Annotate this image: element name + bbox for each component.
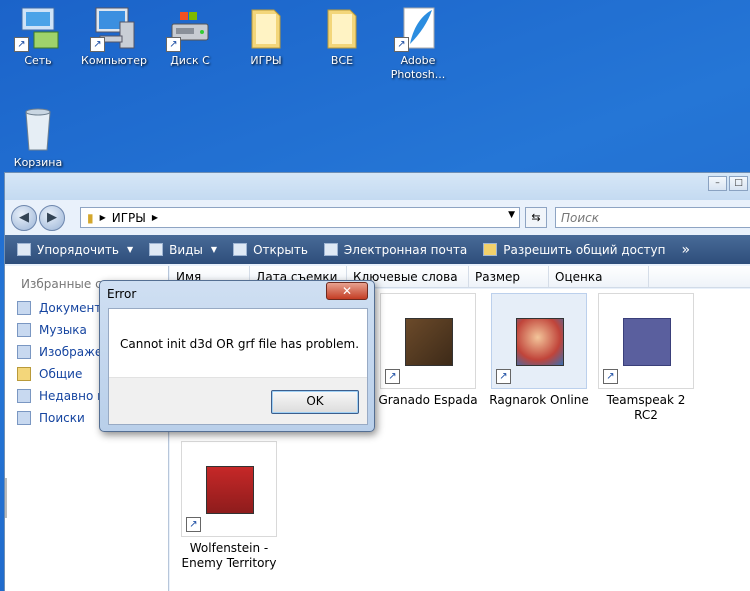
window-title-bar[interactable]: – □ [5,173,750,200]
shortcut-arrow-icon: ↗ [394,37,409,52]
dialog-title: Error [107,287,137,301]
desktop-icon-computer[interactable]: ↗ Компьютер [76,4,152,68]
desktop-icon-label: Сеть [24,54,52,67]
address-bar[interactable]: ▮ ▶ ИГРЫ ▶ ▼ [80,207,520,228]
search-input[interactable]: Поиск [555,207,750,228]
recent-icon [17,389,31,403]
views-button[interactable]: Виды ▼ [149,243,217,257]
back-button[interactable]: ◀ [11,205,37,231]
more-commands-button[interactable]: » [682,242,691,258]
command-toolbar: Упорядочить ▼ Виды ▼ Открыть Электронная п… [5,235,750,264]
organize-button[interactable]: Упорядочить ▼ [17,243,133,257]
email-button[interactable]: Электронная почта [323,243,467,257]
pictures-icon [17,345,31,359]
file-label: Wolfenstein - Enemy Territory [181,541,277,570]
recycle-bin-icon [14,106,62,154]
desktop-icon-disk-c[interactable]: ↗ Диск С [152,4,228,68]
dialog-body: Cannot init d3d OR grf file has problem.… [108,308,368,425]
file-thumbnail: ↗ [380,293,476,389]
open-button[interactable]: Открыть [233,243,308,257]
desktop-icon-label: Корзина [13,156,63,169]
share-icon [483,243,498,256]
shortcut-arrow-icon: ↗ [90,37,105,52]
desktop-icon-recycle-bin[interactable]: Корзина [0,106,76,170]
ok-button[interactable]: OK [271,390,359,414]
shortcut-arrow-icon: ↗ [166,37,181,52]
desktop-icon-games-folder[interactable]: ИГРЫ [228,4,304,68]
address-dropdown-icon[interactable]: ▼ [508,210,515,220]
folder-icon [242,4,290,52]
minimize-button[interactable]: – [708,176,727,191]
wolfenstein-icon [206,466,254,514]
pane-scrollbar[interactable] [5,478,7,518]
folder-small-icon: ▮ [87,210,94,225]
column-header-rating[interactable]: Оценка [549,266,649,287]
drive-icon: ↗ [166,4,214,52]
shortcut-arrow-icon: ↗ [496,369,511,384]
dialog-close-button[interactable]: ✕ [326,282,368,300]
breadcrumb-separator-icon: ▶ [151,213,159,222]
file-thumbnail: ↗ [598,293,694,389]
breadcrumb-separator-icon: ▶ [99,213,106,222]
file-item-granado-espada[interactable]: ↗ Granado Espada [376,293,480,408]
desktop-icon-label: ИГРЫ [250,54,282,67]
music-icon [17,323,31,337]
computer-icon: ↗ [90,4,138,52]
address-row: ◀ ▶ ▮ ▶ ИГРЫ ▶ ▼ ⇆ Поиск [5,203,750,233]
teamspeak-icon [623,318,671,366]
organize-icon [17,243,31,256]
desktop-icon-photoshop[interactable]: ↗ Adobe Photosh... [380,4,456,82]
shortcut-arrow-icon: ↗ [14,37,29,52]
share-button[interactable]: Разрешить общий доступ [483,243,666,257]
open-icon [233,243,248,256]
views-icon [149,243,164,256]
searches-icon [17,411,31,425]
file-label: Teamspeak 2 RC2 [606,393,686,422]
chevron-down-icon: ▼ [210,245,218,254]
chevron-down-icon: ▼ [126,245,134,254]
file-label: Ragnarok Online [489,393,589,407]
breadcrumb-path[interactable]: ИГРЫ [112,211,146,225]
maximize-button[interactable]: □ [729,176,748,191]
desktop-icon-network[interactable]: ↗ Сеть [0,4,76,68]
file-label: Granado Espada [378,393,478,407]
desktop-icon-label: Adobe Photosh... [390,54,446,81]
column-header-size[interactable]: Размер [469,266,549,287]
desktop-icon-all-folder[interactable]: ВСЕ [304,4,380,68]
photoshop-feather-icon: ↗ [394,4,442,52]
file-thumbnail: ↗ [181,441,277,537]
refresh-button[interactable]: ⇆ [525,207,547,228]
desktop-icon-label: Компьютер [81,54,147,67]
desktop-icon-label: ВСЕ [330,54,354,67]
shortcut-arrow-icon: ↗ [186,517,201,532]
email-icon [323,243,338,256]
shortcut-arrow-icon: ↗ [385,369,400,384]
error-dialog: Error ✕ Cannot init d3d OR grf file has … [99,280,375,432]
file-item-teamspeak[interactable]: ↗ Teamspeak 2 RC2 [594,293,698,423]
forward-button[interactable]: ▶ [39,205,65,231]
folder-icon [17,367,31,381]
file-item-wolfenstein[interactable]: ↗ Wolfenstein - Enemy Territory [177,441,281,571]
desktop-icon-label: Диск С [170,54,210,67]
file-item-ragnarok-online[interactable]: ↗ Ragnarok Online [487,293,591,408]
error-message: Cannot init d3d OR grf file has problem. [120,337,360,351]
shortcut-arrow-icon: ↗ [603,369,618,384]
documents-icon [17,301,31,315]
ragnarok-online-icon [516,318,564,366]
granado-espada-icon [405,318,453,366]
folder-icon [318,4,366,52]
dialog-footer: OK [109,377,367,424]
network-icon: ↗ [14,4,62,52]
file-thumbnail: ↗ [491,293,587,389]
